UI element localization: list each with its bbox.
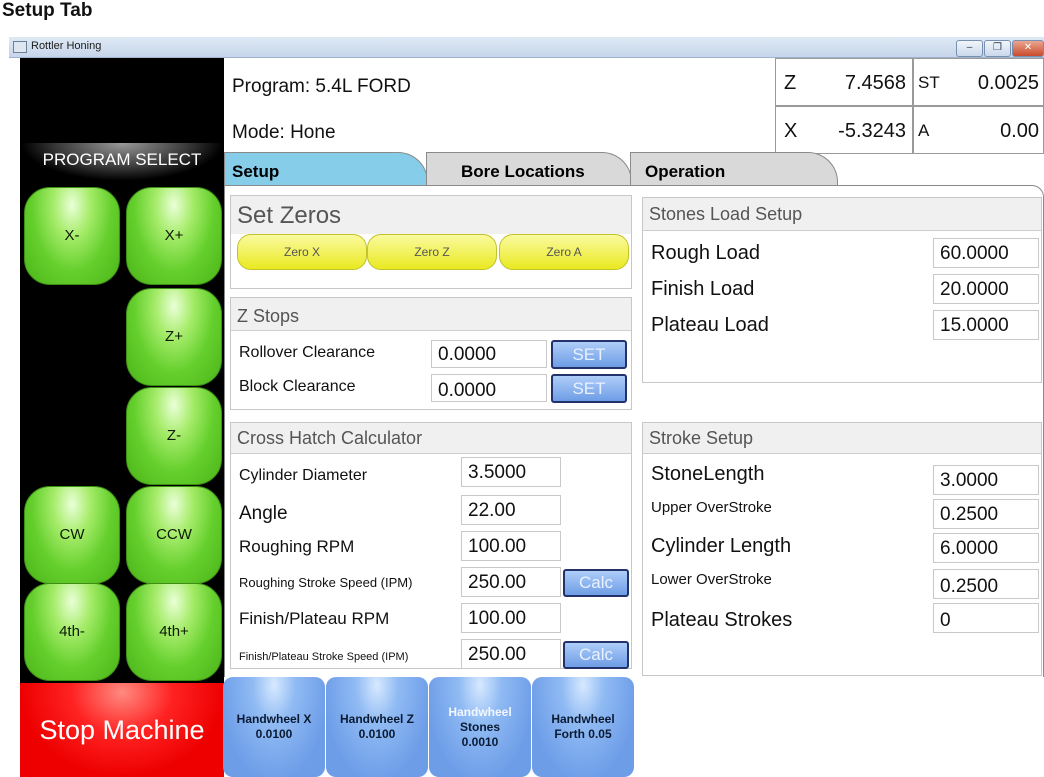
jog-fourth-minus-button[interactable]: 4th- <box>24 583 120 681</box>
block-clearance-field[interactable]: 0.0000 <box>431 374 547 402</box>
close-button[interactable]: ✕ <box>1012 40 1044 57</box>
plateau-load-label: Plateau Load <box>651 314 769 336</box>
set-zeros-title: Set Zeros <box>231 196 631 234</box>
handwheel-stones-button[interactable]: Handwheel Stones 0.0010 <box>429 677 531 777</box>
tab-bar: Setup Bore Locations Operation <box>224 152 1044 185</box>
roughing-stroke-speed-label: Roughing Stroke Speed (IPM) <box>239 575 413 590</box>
handwheel-stones-title: Handwheel <box>448 704 512 719</box>
st-value: 0.0025 <box>977 72 1039 94</box>
handwheel-forth-increment: Forth 0.05 <box>554 727 612 741</box>
finish-plateau-rpm-label: Finish/Plateau RPM <box>239 609 390 628</box>
cylinder-length-field[interactable]: 6.0000 <box>933 533 1039 563</box>
handwheel-z-increment: 0.0100 <box>358 727 396 741</box>
rotate-ccw-button[interactable]: CCW <box>126 486 222 584</box>
plateau-load-field[interactable]: 15.0000 <box>933 310 1039 340</box>
set-zeros-group: Set Zeros Zero X Zero Z Zero A <box>230 195 632 289</box>
stones-load-group: Stones Load Setup Rough Load 60.0000 Fin… <box>642 197 1042 383</box>
rollover-clearance-label: Rollover Clearance <box>239 344 376 361</box>
st-label: ST <box>918 73 940 92</box>
rough-load-field[interactable]: 60.0000 <box>933 238 1039 268</box>
lower-overstroke-field[interactable]: 0.2500 <box>933 569 1039 599</box>
stroke-setup-title: Stroke Setup <box>643 423 1041 454</box>
angle-field[interactable]: 22.00 <box>461 495 561 525</box>
x-axis-label: X <box>784 120 798 142</box>
plateau-strokes-field[interactable]: 0 <box>933 603 1039 633</box>
cylinder-diameter-field[interactable]: 3.5000 <box>461 457 561 487</box>
zero-a-button[interactable]: Zero A <box>499 234 629 270</box>
block-clearance-label: Block Clearance <box>239 378 356 395</box>
roughing-calc-button[interactable]: Calc <box>563 569 629 597</box>
z-readout: Z 7.4568 <box>775 58 913 106</box>
block-set-button[interactable]: SET <box>551 374 627 403</box>
rotate-cw-button[interactable]: CW <box>24 486 120 584</box>
handwheel-z-title: Handwheel Z <box>339 712 414 726</box>
angle-label: Angle <box>239 503 288 524</box>
cross-hatch-group: Cross Hatch Calculator Cylinder Diameter… <box>230 422 632 669</box>
tab-operation[interactable]: Operation <box>630 152 838 185</box>
zero-z-button[interactable]: Zero Z <box>367 234 497 270</box>
roughing-rpm-field[interactable]: 100.00 <box>461 531 561 561</box>
zero-x-button[interactable]: Zero X <box>237 234 367 270</box>
upper-overstroke-label: Upper OverStroke <box>651 499 772 516</box>
lower-overstroke-label: Lower OverStroke <box>651 571 772 588</box>
handwheel-z-button[interactable]: Handwheel Z 0.0100 <box>326 677 428 777</box>
handwheel-x-title: Handwheel X <box>236 712 312 726</box>
z-stops-group: Z Stops Rollover Clearance 0.0000 SET Bl… <box>230 297 632 410</box>
finish-plateau-stroke-speed-label: Finish/Plateau Stroke Speed (IPM) <box>239 651 409 663</box>
stones-load-title: Stones Load Setup <box>643 198 1041 231</box>
plateau-strokes-label: Plateau Strokes <box>651 609 793 631</box>
jog-fourth-plus-button[interactable]: 4th+ <box>126 583 222 681</box>
handwheel-forth-button[interactable]: Handwheel Forth 0.05 <box>532 677 634 777</box>
z-axis-value: 7.4568 <box>844 72 906 94</box>
page-heading: Setup Tab <box>2 0 93 21</box>
finish-load-field[interactable]: 20.0000 <box>933 274 1039 304</box>
stroke-setup-group: Stroke Setup StoneLength 3.0000 Upper Ov… <box>642 422 1042 676</box>
stop-machine-button[interactable]: Stop Machine <box>20 683 224 777</box>
axis-readout-panel: Z 7.4568 ST 0.0025 X -5.3243 A 0.00 <box>775 58 1044 154</box>
rollover-set-button[interactable]: SET <box>551 340 627 369</box>
stone-length-field[interactable]: 3.0000 <box>933 465 1039 495</box>
jog-z-plus-button[interactable]: Z+ <box>126 288 222 386</box>
mode-label: Mode: Hone <box>232 122 336 143</box>
cross-hatch-title: Cross Hatch Calculator <box>231 423 631 454</box>
a-axis-value: 0.00 <box>1000 120 1039 142</box>
window-titlebar: Rottler Honing – ❐ ✕ <box>9 37 1044 58</box>
jog-x-plus-button[interactable]: X+ <box>126 187 222 285</box>
a-readout: A 0.00 <box>913 106 1044 154</box>
maximize-button[interactable]: ❐ <box>984 40 1011 57</box>
a-axis-label: A <box>918 121 930 140</box>
tab-bore-locations[interactable]: Bore Locations <box>426 152 632 185</box>
stone-length-label: StoneLength <box>651 463 765 485</box>
handwheel-forth-title: Handwheel <box>551 712 615 726</box>
jog-x-minus-button[interactable]: X- <box>24 187 120 285</box>
jog-z-minus-button[interactable]: Z- <box>126 387 222 485</box>
handwheel-stones-axis: Stones <box>459 719 500 734</box>
st-readout: ST 0.0025 <box>913 58 1044 106</box>
minimize-button[interactable]: – <box>956 40 983 57</box>
roughing-rpm-label: Roughing RPM <box>239 537 355 556</box>
roughing-stroke-speed-field[interactable]: 250.00 <box>461 567 561 597</box>
cylinder-length-label: Cylinder Length <box>651 535 792 557</box>
handwheel-x-button[interactable]: Handwheel X 0.0100 <box>223 677 325 777</box>
z-stops-title: Z Stops <box>231 298 631 331</box>
upper-overstroke-field[interactable]: 0.2500 <box>933 499 1039 529</box>
window-title: Rottler Honing <box>31 40 102 52</box>
program-select-button[interactable]: PROGRAM SELECT <box>20 143 224 181</box>
handwheel-x-increment: 0.0100 <box>255 727 293 741</box>
finish-calc-button[interactable]: Calc <box>563 641 629 669</box>
x-readout: X -5.3243 <box>775 106 913 154</box>
rough-load-label: Rough Load <box>651 242 760 264</box>
z-axis-label: Z <box>784 72 797 94</box>
cylinder-diameter-label: Cylinder Diameter <box>239 467 368 484</box>
finish-plateau-stroke-speed-field[interactable]: 250.00 <box>461 639 561 669</box>
finish-plateau-rpm-field[interactable]: 100.00 <box>461 603 561 633</box>
handwheel-stones-increment: 0.0010 <box>461 734 499 749</box>
tab-setup[interactable]: Setup <box>224 152 428 185</box>
program-name: Program: 5.4L FORD <box>232 76 411 97</box>
jog-sidebar: PROGRAM SELECT X- X+ Z+ Z- CW CCW 4th- 4… <box>20 58 224 777</box>
finish-load-label: Finish Load <box>651 278 755 300</box>
app-icon <box>13 41 27 53</box>
rollover-clearance-field[interactable]: 0.0000 <box>431 340 547 368</box>
x-axis-value: -5.3243 <box>838 120 906 142</box>
